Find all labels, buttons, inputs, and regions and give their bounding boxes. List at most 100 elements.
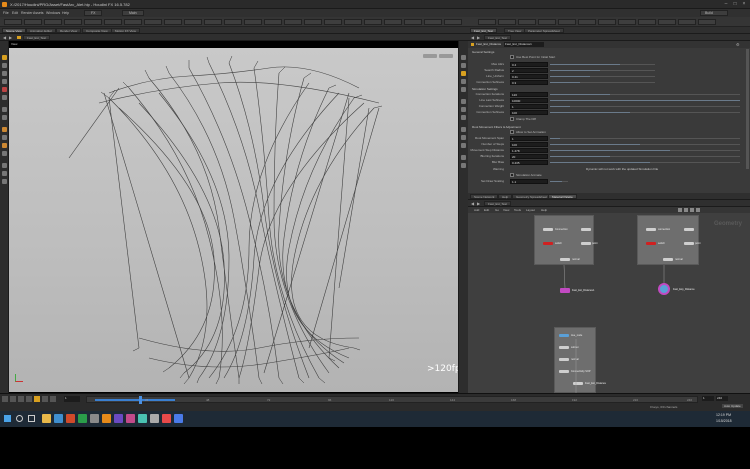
points-tool-icon[interactable]	[2, 179, 7, 184]
display-tool-icon[interactable]	[2, 163, 7, 168]
line-uniform-field[interactable]: 0.41	[510, 74, 548, 79]
use-best-point-checkbox[interactable]	[510, 55, 514, 59]
play-icon[interactable]	[34, 396, 40, 402]
blurring-iterations-slider[interactable]	[550, 156, 740, 157]
shelf-tool-button[interactable]	[618, 19, 636, 25]
step-forward-icon[interactable]	[42, 396, 48, 402]
net-menu-edit[interactable]: Edit	[484, 208, 489, 212]
number-of-steps-slider[interactable]	[550, 144, 740, 145]
scale-tool-icon[interactable]	[2, 79, 7, 84]
net-menu-help[interactable]: Help	[541, 208, 547, 212]
display-option-icon[interactable]	[461, 55, 466, 60]
tab-scene-network[interactable]: Scene Network	[470, 194, 499, 199]
taskbar-app-icon[interactable]	[66, 414, 75, 423]
shelf-tool-button[interactable]	[384, 19, 402, 25]
view-tool-icon[interactable]	[2, 107, 7, 112]
movement-step-distance-slider[interactable]	[550, 150, 740, 151]
taskbar-app-icon[interactable]	[54, 414, 63, 423]
play-back-icon[interactable]	[18, 396, 24, 402]
taskbar-app-icon[interactable]	[162, 414, 171, 423]
tab-motion-fx-view[interactable]: Motion FX View	[111, 28, 140, 33]
viewport-view-menu[interactable]: View	[11, 42, 17, 46]
network-path-node[interactable]: Fast_Ext_Test	[484, 201, 512, 206]
display-option-icon[interactable]	[461, 127, 466, 132]
display-option-icon[interactable]	[461, 163, 466, 168]
node-point[interactable]	[684, 242, 694, 245]
network-editor[interactable]: Scene Network Help Geometry Spreadsheet …	[468, 193, 750, 393]
menu-assets[interactable]: Assets	[33, 11, 44, 15]
jump-end-icon[interactable]	[50, 396, 56, 402]
clamp-diff-checkbox[interactable]	[510, 117, 514, 121]
shelf-tool-button[interactable]	[538, 19, 556, 25]
network-box-2[interactable]: connection switch point normal	[637, 215, 700, 265]
start-frame-field[interactable]: 1	[702, 396, 714, 401]
taskbar-app-icon[interactable]	[114, 414, 123, 423]
shelf-tool-button[interactable]	[558, 19, 576, 25]
node-connection[interactable]	[646, 228, 656, 231]
forward-arrow-icon[interactable]: ▶	[477, 35, 480, 40]
node-name-field[interactable]: Fast_Ext_Distance1	[504, 42, 544, 47]
shelf-tool-button[interactable]	[678, 19, 696, 25]
network-options-icon[interactable]	[690, 208, 694, 212]
connection-softness-field[interactable]: 0.3	[510, 80, 548, 85]
shelf-tool-button[interactable]	[104, 19, 122, 25]
stop-icon[interactable]	[26, 396, 32, 402]
wire-tool-icon[interactable]	[2, 171, 7, 176]
tab-composite-view[interactable]: Composite View	[82, 28, 112, 33]
gear-icon[interactable]: ⚙	[736, 42, 740, 47]
shelf-tool-button[interactable]	[244, 19, 262, 25]
shelf-set-fx[interactable]: FX	[84, 10, 103, 16]
node-connection[interactable]	[543, 228, 553, 231]
menu-edit[interactable]: Edit	[12, 11, 18, 15]
node-output-ring[interactable]	[658, 283, 670, 295]
shelf-tool-button[interactable]	[84, 19, 102, 25]
blur-bias-field[interactable]: 0.435	[510, 160, 548, 165]
node-normal[interactable]	[560, 258, 570, 261]
network-options-icon[interactable]	[678, 208, 682, 212]
max-attrs-slider[interactable]	[550, 64, 655, 65]
net-menu-add[interactable]: Add	[474, 208, 479, 212]
node-output[interactable]	[573, 382, 583, 385]
line-last-softness-slider[interactable]	[550, 100, 740, 101]
shelf-tool-button[interactable]	[478, 19, 496, 25]
shelf-tool-button[interactable]	[344, 19, 362, 25]
shelf-tool-button[interactable]	[24, 19, 42, 25]
display-option-icon[interactable]	[461, 135, 466, 140]
connection-softness2-slider[interactable]	[550, 112, 740, 113]
network-box-1[interactable]: Connection switch point normal	[534, 215, 597, 265]
display-option-icon[interactable]	[461, 87, 466, 92]
connection-softness2-field[interactable]: 100	[510, 110, 548, 115]
back-arrow-icon[interactable]: ◀	[3, 35, 6, 40]
shelf-tool-button[interactable]	[164, 19, 182, 25]
taskbar-app-icon[interactable]	[90, 414, 99, 423]
connection-softness-slider[interactable]	[550, 82, 655, 83]
shelf-tool-button[interactable]	[264, 19, 282, 25]
shelf-tool-button[interactable]	[498, 19, 516, 25]
camera-tool-icon[interactable]	[2, 135, 7, 140]
blur-bias-slider[interactable]	[550, 162, 740, 163]
shelf-tool-button[interactable]	[184, 19, 202, 25]
taskview-icon[interactable]	[28, 415, 35, 422]
network-options-icon[interactable]	[684, 208, 688, 212]
display-option-icon[interactable]	[461, 107, 466, 112]
display-option-icon[interactable]	[461, 63, 466, 68]
shelf-tool-button[interactable]	[598, 19, 616, 25]
select-tool-icon[interactable]	[2, 55, 7, 60]
node-tree[interactable]	[559, 334, 569, 337]
display-option-icon[interactable]	[461, 79, 466, 84]
back-arrow-icon[interactable]: ◀	[471, 201, 474, 206]
root-movement-span-slider[interactable]	[550, 138, 740, 139]
tab-material-palette[interactable]: Material Palette	[548, 194, 577, 199]
simulation-animate-checkbox[interactable]	[510, 173, 514, 177]
tab-geometry-spreadsheet[interactable]: Geometry Spreadsheet	[512, 194, 552, 199]
frame-field[interactable]: 1	[64, 396, 80, 402]
node-connectivity[interactable]	[559, 370, 569, 373]
shelf-tool-button[interactable]	[638, 19, 656, 25]
shelf-tool-button[interactable]	[364, 19, 382, 25]
blurring-iterations-field[interactable]: 20	[510, 154, 548, 159]
set-draw-scaling-field[interactable]: 1.1	[510, 179, 548, 184]
shelf-tool-button[interactable]	[444, 19, 462, 25]
path-node[interactable]: Fast_Ext_Test	[23, 35, 51, 40]
net-menu-layout[interactable]: Layout	[526, 208, 535, 212]
display-option-icon[interactable]	[461, 99, 466, 104]
